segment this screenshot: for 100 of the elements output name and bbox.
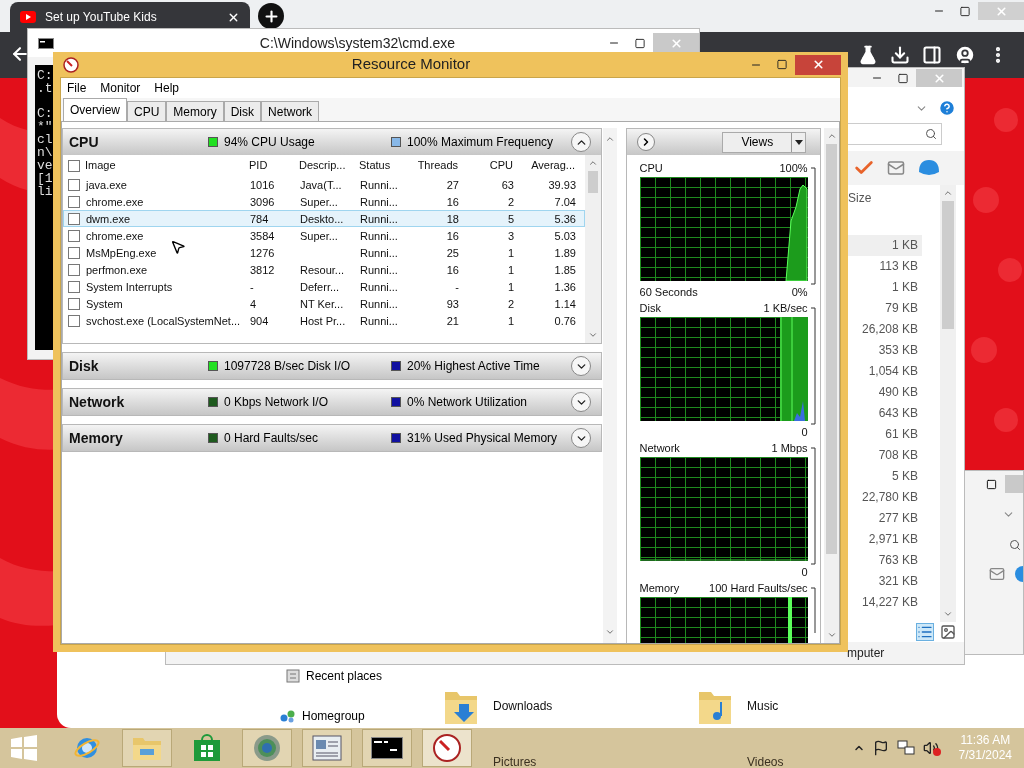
folder-item[interactable]: Pictures bbox=[493, 753, 747, 768]
tab[interactable]: CPU bbox=[127, 101, 167, 121]
scrollbar-thumb[interactable] bbox=[588, 171, 598, 193]
folder-item[interactable]: Videos bbox=[747, 753, 947, 768]
graph-title: Memory bbox=[639, 580, 680, 596]
scroll-down-icon[interactable] bbox=[943, 609, 953, 619]
checkbox[interactable] bbox=[68, 179, 80, 192]
checkbox[interactable] bbox=[68, 315, 80, 328]
column-header[interactable]: Image bbox=[85, 157, 116, 174]
envelope-icon[interactable] bbox=[885, 159, 907, 177]
scroll-down-icon[interactable] bbox=[588, 330, 598, 340]
expand-pane-button[interactable] bbox=[636, 133, 655, 151]
checkbox[interactable] bbox=[68, 247, 80, 260]
process-row[interactable]: System 4 NT Ker... Runni... 93 2 1.14 bbox=[63, 295, 585, 312]
column-header[interactable]: Status bbox=[359, 157, 391, 174]
menu-item[interactable]: Help bbox=[154, 79, 180, 97]
new-tab-button[interactable] bbox=[258, 3, 284, 29]
process-row[interactable]: perfmon.exe 3812 Resour... Runni... 16 1 1.85 bbox=[63, 261, 585, 278]
scroll-up-icon[interactable] bbox=[943, 188, 953, 198]
process-row[interactable]: chrome.exe 3096 Super... Runni... 16 2 7.04 bbox=[63, 193, 585, 210]
scroll-down-icon[interactable] bbox=[826, 630, 837, 640]
shell-icon[interactable] bbox=[917, 158, 941, 178]
maximize-button[interactable] bbox=[986, 478, 997, 490]
envelope-icon[interactable] bbox=[987, 566, 1007, 582]
scroll-up-icon[interactable] bbox=[604, 134, 615, 144]
process-row[interactable]: MsMpEng.exe 1276 Runni... 25 1 1.89 bbox=[63, 244, 585, 261]
help-icon[interactable] bbox=[938, 99, 956, 117]
process-row[interactable]: System Interrupts - Deferr... Runni... - 1 1.36 bbox=[63, 278, 585, 295]
section-header[interactable]: Disk 1097728 B/sec Disk I/O 20% Highest Active Time bbox=[63, 353, 601, 379]
checkbox[interactable] bbox=[68, 159, 80, 172]
download-icon[interactable] bbox=[890, 45, 910, 65]
side-panel-icon[interactable] bbox=[922, 45, 942, 65]
table-cell-text: 3 bbox=[507, 229, 514, 244]
table-cell-text: 643 KB bbox=[877, 405, 919, 422]
details-view-icon[interactable] bbox=[916, 623, 934, 641]
process-row[interactable]: chrome.exe 3584 Super... Runni... 16 3 5.03 bbox=[63, 227, 585, 244]
column-header[interactable]: PID bbox=[249, 157, 268, 174]
muted-speaker-icon[interactable] bbox=[922, 740, 941, 756]
table-cell-text: chrome.exe bbox=[86, 229, 144, 244]
scrollbar[interactable] bbox=[940, 185, 956, 622]
tab[interactable]: Network bbox=[261, 101, 320, 121]
scroll-down-icon[interactable] bbox=[604, 627, 615, 637]
status-text: mputer bbox=[847, 645, 886, 662]
table-cell-text: perfmon.exe bbox=[86, 263, 148, 278]
nav-item[interactable]: Recent places bbox=[286, 667, 435, 685]
checkbox[interactable] bbox=[68, 230, 80, 243]
collapse-toggle[interactable] bbox=[571, 392, 591, 412]
process-row[interactable]: dwm.exe 784 Deskto... Runni... 18 5 5.36 bbox=[63, 210, 585, 227]
column-header[interactable]: Averag... bbox=[531, 157, 575, 174]
column-header[interactable]: Size bbox=[847, 185, 922, 211]
back-button[interactable] bbox=[10, 44, 30, 64]
taskbar-button[interactable] bbox=[422, 729, 472, 767]
store-icon bbox=[193, 734, 221, 762]
taskbar-button[interactable] bbox=[362, 729, 412, 767]
flask-icon[interactable] bbox=[858, 45, 878, 65]
table-cell: 1 KB bbox=[847, 235, 922, 256]
section-header[interactable]: CPU 94% CPU Usage 100% Maximum Frequency bbox=[63, 129, 601, 155]
tab[interactable]: Disk bbox=[223, 101, 262, 121]
picture-view-icon[interactable] bbox=[940, 624, 956, 640]
menu-item[interactable]: Monitor bbox=[100, 79, 141, 97]
collapse-toggle[interactable] bbox=[571, 132, 591, 152]
checkbox[interactable] bbox=[68, 213, 80, 226]
process-row[interactable]: java.exe 1016 Java(T... Runni... 27 63 39.93 bbox=[63, 176, 585, 193]
scrollbar[interactable] bbox=[585, 155, 601, 343]
checkbox[interactable] bbox=[68, 264, 80, 277]
close-button[interactable] bbox=[795, 54, 841, 75]
scroll-up-icon[interactable] bbox=[588, 158, 598, 168]
column-header[interactable]: Threads bbox=[417, 157, 458, 174]
scrollbar-thumb[interactable] bbox=[942, 201, 954, 329]
table-cell-text: 277 KB bbox=[877, 510, 919, 527]
network-icon[interactable] bbox=[896, 740, 915, 756]
process-row[interactable]: svchost.exe (LocalSystemNet... 904 Host Pr... Runni... 21 1 0.76 bbox=[63, 312, 585, 329]
folder-item[interactable]: Music bbox=[697, 683, 897, 729]
collapse-toggle[interactable] bbox=[571, 428, 591, 448]
nav-item[interactable]: Homegroup bbox=[280, 707, 435, 725]
shell-icon[interactable] bbox=[1013, 565, 1023, 583]
tab[interactable]: Memory bbox=[166, 101, 224, 121]
menu-item[interactable]: File bbox=[67, 79, 87, 97]
column-header[interactable]: Descrip... bbox=[299, 157, 346, 174]
checkbox[interactable] bbox=[68, 281, 80, 294]
search-icon[interactable] bbox=[1009, 539, 1021, 551]
collapse-toggle[interactable] bbox=[571, 356, 591, 376]
checkbox[interactable] bbox=[68, 298, 80, 311]
section-header[interactable]: Memory 0 Hard Faults/sec 31% Used Physical Memory bbox=[63, 425, 601, 451]
tab[interactable]: Overview bbox=[63, 98, 127, 121]
profile-icon[interactable] bbox=[954, 44, 976, 66]
table-cell-text: 1 bbox=[507, 246, 514, 261]
column-header[interactable]: CPU bbox=[489, 157, 513, 174]
flag-icon[interactable] bbox=[872, 740, 889, 756]
folder-item[interactable]: Downloads bbox=[443, 683, 697, 729]
table-cell-text: MsMpEng.exe bbox=[86, 246, 157, 261]
scroll-up-icon[interactable] bbox=[826, 131, 837, 141]
checkbox[interactable] bbox=[68, 196, 80, 209]
views-button[interactable]: Views bbox=[722, 131, 807, 153]
table-cell-text: chrome.exe bbox=[86, 195, 144, 210]
section-header[interactable]: Network 0 Kbps Network I/O 0% Network Utilization bbox=[63, 389, 601, 415]
scrollbar[interactable] bbox=[603, 128, 617, 643]
scrollbar[interactable] bbox=[824, 128, 839, 643]
scrollbar-thumb[interactable] bbox=[826, 144, 838, 554]
search-field[interactable] bbox=[847, 123, 942, 145]
